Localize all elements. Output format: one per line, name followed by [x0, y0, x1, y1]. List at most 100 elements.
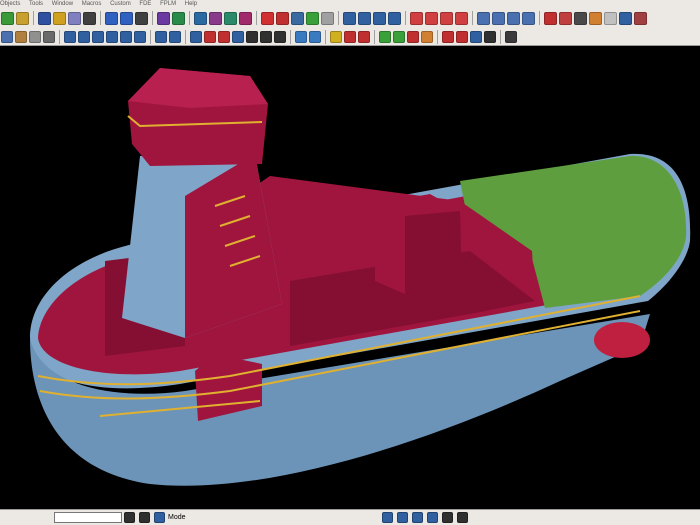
- command-input[interactable]: [54, 512, 122, 523]
- checkmark-icon[interactable]: [505, 30, 517, 43]
- grid-red-add-icon[interactable]: [440, 11, 453, 25]
- document-icon[interactable]: [559, 11, 572, 25]
- hierarchy-icon[interactable]: [291, 11, 304, 25]
- menu-window[interactable]: Window: [52, 0, 73, 8]
- assembly-part-icon[interactable]: [373, 11, 386, 25]
- mode-label: Mode: [168, 514, 186, 521]
- network-icon[interactable]: [427, 512, 438, 523]
- transfer-icon[interactable]: [470, 30, 482, 43]
- ruler-icon[interactable]: [64, 30, 76, 43]
- merge-icon[interactable]: [393, 30, 405, 43]
- flag-icon[interactable]: [330, 30, 342, 43]
- snap-icon[interactable]: [260, 30, 272, 43]
- menu-custom[interactable]: Custom: [110, 0, 131, 8]
- camera-icon[interactable]: [139, 512, 150, 523]
- box-icon[interactable]: [15, 30, 27, 43]
- curve-icon[interactable]: [134, 30, 146, 43]
- binoculars-icon[interactable]: [83, 11, 96, 25]
- layer-icon[interactable]: [1, 30, 13, 43]
- snap-status-icon[interactable]: [457, 512, 468, 523]
- grid-status-icon[interactable]: [412, 512, 423, 523]
- page-icon[interactable]: [604, 11, 617, 25]
- menu-fde[interactable]: FDE: [139, 0, 151, 8]
- window-cascade-icon[interactable]: [522, 11, 535, 25]
- grid-red-alt-icon[interactable]: [425, 11, 438, 25]
- menu-tools[interactable]: Tools: [29, 0, 43, 8]
- model-select-icon[interactable]: [194, 11, 207, 25]
- status-bar: Mode: [0, 509, 700, 525]
- page-view-icon[interactable]: [619, 11, 632, 25]
- dots-icon[interactable]: [155, 30, 167, 43]
- menu-help[interactable]: Help: [185, 0, 197, 8]
- filter-icon[interactable]: [1, 11, 14, 25]
- page-edit-icon[interactable]: [634, 11, 647, 25]
- grid-dots-icon[interactable]: [169, 30, 181, 43]
- toolbar-separator: [338, 11, 339, 25]
- model-edit-icon[interactable]: [209, 11, 222, 25]
- model-add-icon[interactable]: [172, 11, 185, 25]
- save-icon[interactable]: [38, 11, 51, 25]
- check-icon[interactable]: [261, 11, 274, 25]
- tag-icon[interactable]: [321, 11, 334, 25]
- toolbar-separator: [33, 11, 34, 25]
- grid-red-icon[interactable]: [410, 11, 423, 25]
- vertex-icon[interactable]: [232, 30, 244, 43]
- menu-objects[interactable]: Objects: [0, 0, 20, 8]
- split-icon[interactable]: [379, 30, 391, 43]
- gear-icon[interactable]: [421, 30, 433, 43]
- measure-icon[interactable]: [276, 11, 289, 25]
- line-icon[interactable]: [120, 30, 132, 43]
- assembly-add-icon[interactable]: [358, 11, 371, 25]
- redo-icon[interactable]: [120, 11, 133, 25]
- navigate-icon[interactable]: [306, 11, 319, 25]
- path-icon[interactable]: [274, 30, 286, 43]
- tree-status-icon[interactable]: [397, 512, 408, 523]
- db-icon[interactable]: [43, 30, 55, 43]
- export-icon[interactable]: [456, 30, 468, 43]
- assembly-icon[interactable]: [343, 11, 356, 25]
- report-icon[interactable]: [574, 11, 587, 25]
- circle-icon[interactable]: [309, 30, 321, 43]
- pointer-icon[interactable]: [190, 30, 202, 43]
- menu-macros[interactable]: Macros: [82, 0, 102, 8]
- window-split-icon[interactable]: [492, 11, 505, 25]
- menu-fplm[interactable]: FPLM: [160, 0, 176, 8]
- ruler-status-icon[interactable]: [382, 512, 393, 523]
- point-edit-icon[interactable]: [218, 30, 230, 43]
- book-icon[interactable]: [589, 11, 602, 25]
- sync-icon[interactable]: [295, 30, 307, 43]
- arrow-down-icon[interactable]: [358, 30, 370, 43]
- window-tile-icon[interactable]: [507, 11, 520, 25]
- toolbar-separator: [185, 29, 186, 44]
- attach-icon[interactable]: [484, 30, 496, 43]
- wheelhouse-side: [405, 211, 462, 294]
- model-view-icon[interactable]: [157, 11, 170, 25]
- tool-icon[interactable]: [407, 30, 419, 43]
- lock-icon[interactable]: [53, 11, 66, 25]
- point-add-icon[interactable]: [204, 30, 216, 43]
- arrow-right-icon[interactable]: [344, 30, 356, 43]
- layers-status-icon[interactable]: [154, 512, 165, 523]
- 3d-viewport[interactable]: [0, 46, 700, 509]
- toolbar-separator: [437, 29, 438, 44]
- help-icon[interactable]: [544, 11, 557, 25]
- undo-icon[interactable]: [105, 11, 118, 25]
- copy-icon[interactable]: [68, 11, 81, 25]
- toolbar-separator: [150, 29, 151, 44]
- toolbar-separator: [152, 11, 153, 25]
- grid-red-edit-icon[interactable]: [455, 11, 468, 25]
- bracket-icon[interactable]: [106, 30, 118, 43]
- model-check-icon[interactable]: [224, 11, 237, 25]
- window-icon[interactable]: [477, 11, 490, 25]
- nav-status-icon[interactable]: [442, 512, 453, 523]
- axis-icon[interactable]: [92, 30, 104, 43]
- polyline-icon[interactable]: [246, 30, 258, 43]
- angle-icon[interactable]: [78, 30, 90, 43]
- model-delete-icon[interactable]: [239, 11, 252, 25]
- import-icon[interactable]: [442, 30, 454, 43]
- cursor-icon[interactable]: [124, 512, 135, 523]
- select-icon[interactable]: [16, 11, 29, 25]
- assembly-tree-icon[interactable]: [388, 11, 401, 25]
- hide-icon[interactable]: [29, 30, 41, 43]
- refresh-icon[interactable]: [135, 11, 148, 25]
